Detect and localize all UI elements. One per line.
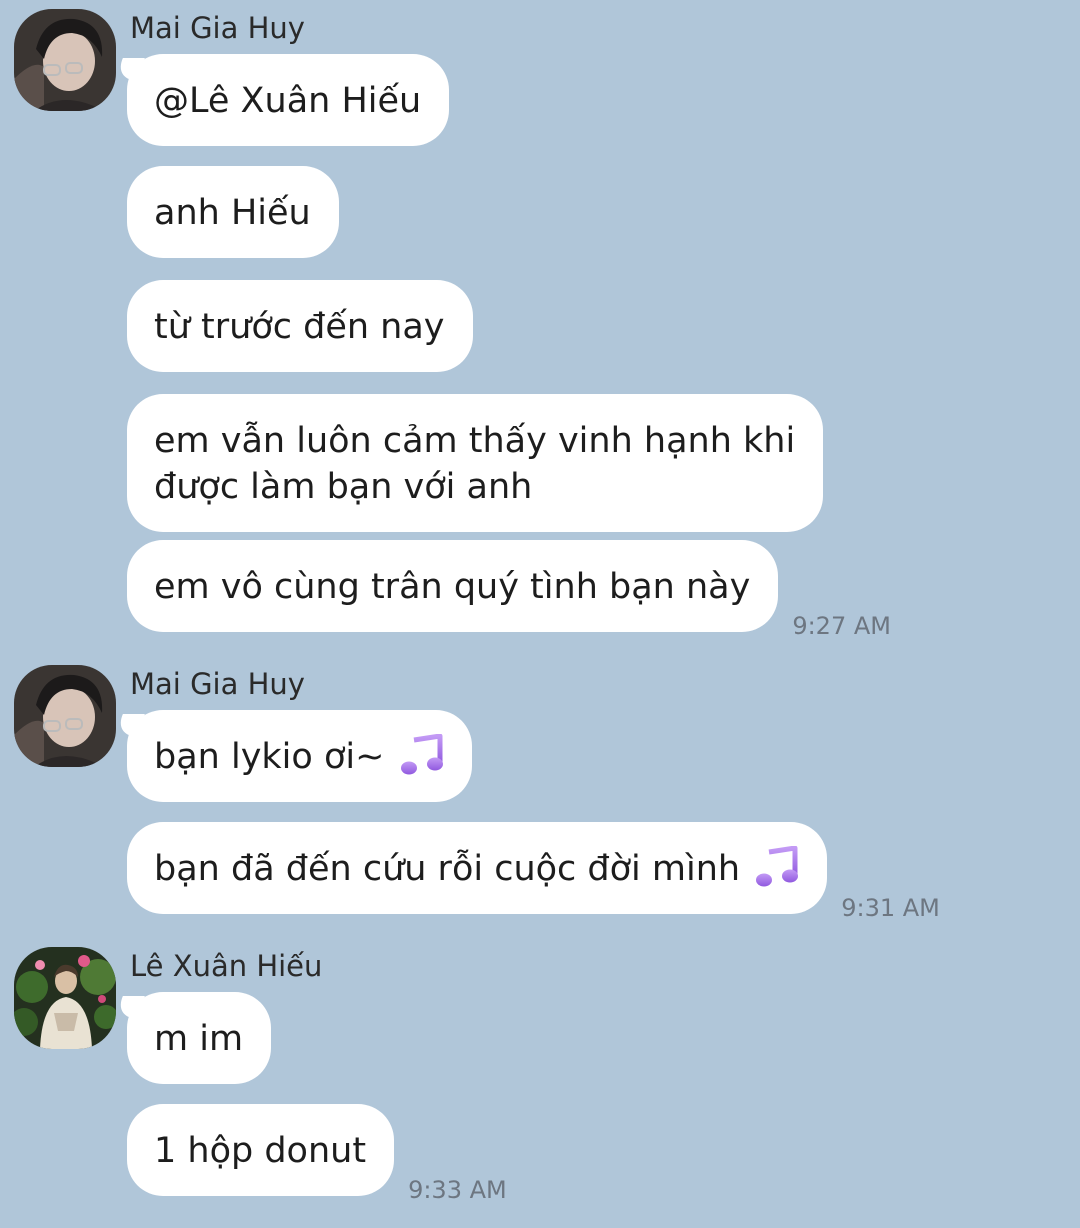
avatar-photo — [14, 9, 116, 111]
sender-name: Mai Gia Huy — [130, 667, 305, 701]
message-text: m im — [154, 1019, 244, 1059]
message-bubble[interactable]: anh Hiếu — [127, 166, 339, 258]
chat-message: em vô cùng trân quý tình bạn này 9:27 AM — [127, 540, 891, 640]
avatar-photo — [14, 665, 116, 767]
chat-message: em vẫn luôn cảm thấy vinh hạnh khi được … — [127, 394, 824, 532]
message-text: @Lê Xuân Hiếu — [154, 81, 422, 121]
message-bubble[interactable]: m im — [127, 992, 272, 1084]
chat-message: bạn lykio ơi~ — [127, 710, 472, 802]
message-text: em vô cùng trân quý tình bạn này — [154, 567, 751, 607]
avatar[interactable] — [14, 947, 116, 1049]
chat-message-list[interactable]: Mai Gia Huy @Lê Xuân Hiếu anh Hiếu từ tr… — [0, 0, 1080, 1228]
avatar[interactable] — [14, 665, 116, 767]
message-bubble[interactable]: em vô cùng trân quý tình bạn này — [127, 540, 779, 632]
message-text-line: em vẫn luôn cảm thấy vinh hạnh khi — [154, 421, 796, 461]
message-timestamp: 9:33 AM — [408, 1176, 507, 1204]
sender-name: Mai Gia Huy — [130, 11, 305, 45]
message-bubble[interactable]: bạn đã đến cứu rỗi cuộc đời mình — [127, 822, 828, 914]
message-bubble[interactable]: 1 hộp donut — [127, 1104, 395, 1196]
musical-note-icon — [756, 846, 799, 887]
message-text: 1 hộp donut — [154, 1131, 367, 1171]
message-bubble[interactable]: @Lê Xuân Hiếu — [127, 54, 450, 146]
message-timestamp: 9:31 AM — [841, 894, 940, 922]
avatar-photo — [14, 947, 116, 1049]
chat-message: m im — [127, 992, 272, 1084]
chat-message: anh Hiếu — [127, 166, 339, 258]
chat-message: @Lê Xuân Hiếu — [127, 54, 450, 146]
avatar[interactable] — [14, 9, 116, 111]
message-text: bạn đã đến cứu rỗi cuộc đời mình — [154, 849, 741, 889]
message-text: anh Hiếu — [154, 193, 311, 233]
message-text: từ trước đến nay — [154, 307, 445, 347]
chat-message: 1 hộp donut 9:33 AM — [127, 1104, 507, 1204]
message-bubble[interactable]: bạn lykio ơi~ — [127, 710, 472, 802]
message-bubble[interactable]: em vẫn luôn cảm thấy vinh hạnh khi được … — [127, 394, 824, 532]
chat-message: bạn đã đến cứu rỗi cuộc đời mình 9:31 AM — [127, 822, 940, 922]
message-timestamp: 9:27 AM — [792, 612, 891, 640]
chat-message: từ trước đến nay — [127, 280, 473, 372]
message-text-line: được làm bạn với anh — [154, 467, 533, 507]
message-bubble[interactable]: từ trước đến nay — [127, 280, 473, 372]
musical-note-icon — [400, 734, 443, 775]
message-text: bạn lykio ơi~ — [154, 737, 385, 777]
sender-name: Lê Xuân Hiếu — [130, 949, 323, 983]
